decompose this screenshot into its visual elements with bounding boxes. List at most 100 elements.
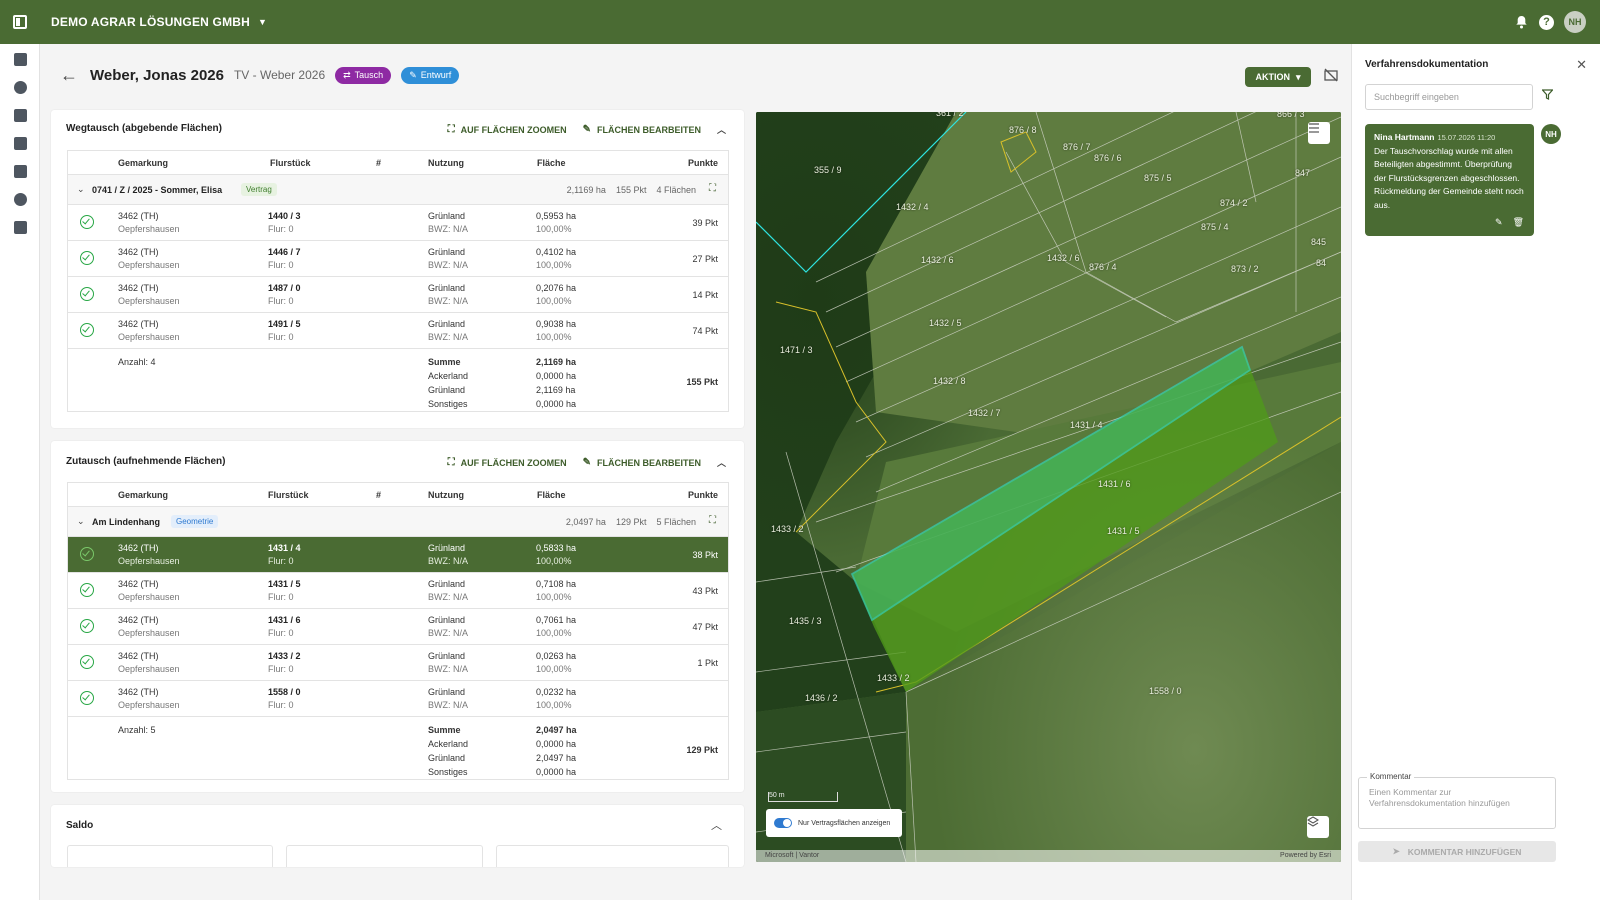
hide-map-icon[interactable] <box>1324 68 1338 82</box>
user-avatar[interactable]: NH <box>1564 11 1586 33</box>
company-name[interactable]: DEMO AGRAR LÖSUNGEN GMBH <box>51 15 250 29</box>
table-header: Gemarkung Flurstück # Nutzung Fläche Pun… <box>68 483 728 507</box>
filter-icon[interactable] <box>1541 89 1554 101</box>
map-view[interactable]: 355 / 9 1432 / 4 876 / 7 876 / 6 875 / 5 876 … <box>756 112 1341 862</box>
pencil-icon: ✎ <box>582 457 591 468</box>
table-icon[interactable] <box>0 157 40 185</box>
back-arrow-icon[interactable]: ← <box>60 65 80 86</box>
edit-icon[interactable]: ✎ <box>1495 216 1503 230</box>
add-comment-button[interactable]: ➤ KOMMENTAR HINZUFÜGEN <box>1358 841 1556 862</box>
saldo-card <box>67 845 273 867</box>
bell-icon[interactable] <box>1513 14 1529 30</box>
chevron-down-icon[interactable]: ▼ <box>258 17 267 27</box>
dashboard-icon[interactable] <box>0 45 40 73</box>
help-icon[interactable]: ? <box>1539 14 1554 30</box>
parcel-label: 876 / 6 <box>1094 153 1122 163</box>
people-icon[interactable] <box>0 185 40 213</box>
check-circle-icon <box>80 691 94 705</box>
parcel-label: 1471 / 3 <box>780 345 813 355</box>
legend-list-icon[interactable] <box>1308 122 1330 144</box>
table-row[interactable]: 3462 (TH) Oepfershausen 1487 / 0 Flur: 0 Grü… <box>68 277 728 313</box>
contract-areas-toggle[interactable]: Nur Vertragsflächen anzeigen <box>766 809 902 837</box>
comment-label: Kommentar <box>1367 772 1415 781</box>
zoom-to-areas-button[interactable]: ⛶ AUF FLÄCHEN ZOOMEN <box>448 124 567 135</box>
edit-areas-button[interactable]: ✎ FLÄCHEN BEARBEITEN <box>583 124 701 135</box>
comment-placeholder: Einen Kommentar zur Verfahrensdokumentat… <box>1369 787 1510 808</box>
map-icon[interactable] <box>0 129 40 157</box>
table-row[interactable]: 3462 (TH) Oepfershausen 1431 / 5 Flur: 0 Grü… <box>68 573 728 609</box>
toggle-switch[interactable] <box>774 818 792 828</box>
page-subtitle: TV - Weber 2026 <box>233 68 326 82</box>
comment-field[interactable]: Kommentar Einen Kommentar zur Verfahrens… <box>1358 772 1556 829</box>
parcel-label: 1436 / 2 <box>805 693 838 703</box>
expand-icon[interactable]: ⛶ <box>709 183 716 194</box>
wegtausch-title: Wegtausch (abgebende Flächen) <box>66 123 222 134</box>
parcel-label: 1431 / 6 <box>1098 479 1131 489</box>
globe-icon[interactable] <box>0 73 40 101</box>
search-input[interactable]: Suchbegriff eingeben <box>1365 84 1533 110</box>
status-badge-entwurf: ✎ Entwurf <box>401 66 460 84</box>
parcel-label: 874 / 2 <box>1220 198 1248 208</box>
expand-icon: ⛶ <box>447 457 455 468</box>
parcel-label: 1432 / 8 <box>933 376 966 386</box>
saldo-panel: Saldo ︿ <box>51 805 744 867</box>
chevron-down-icon[interactable]: ⌄ <box>77 184 85 195</box>
pencil-icon: ✎ <box>409 69 417 80</box>
pencil-icon: ✎ <box>582 124 591 135</box>
check-circle-icon <box>80 619 94 633</box>
app-logo-icon[interactable] <box>0 0 40 44</box>
status-badge-tausch: ⇄ Tausch <box>335 66 392 84</box>
table-row[interactable]: 3462 (TH) Oepfershausen 1446 / 7 Flur: 0 Grü… <box>68 241 728 277</box>
comment-avatar: NH <box>1541 124 1561 144</box>
table-row[interactable]: 3462 (TH) Oepfershausen 1431 / 4 Flur: 0 Grü… <box>68 537 728 573</box>
check-circle-icon <box>80 323 94 337</box>
parcel-label: 875 / 4 <box>1201 222 1229 232</box>
parcel-label: 1433 / 2 <box>771 524 804 534</box>
expand-icon: ⛶ <box>447 124 455 135</box>
table-row[interactable]: 3462 (TH) Oepfershausen 1440 / 3 Flur: 0 Grü… <box>68 205 728 241</box>
parcel-label: 875 / 5 <box>1144 173 1172 183</box>
saldo-title: Saldo <box>66 820 94 831</box>
map-canvas <box>756 112 1341 862</box>
side-nav <box>0 44 40 900</box>
comment-text: Der Tauschvorschlag wurde mit allen Bete… <box>1374 145 1524 210</box>
table-row[interactable]: 3462 (TH) Oepfershausen 1431 / 6 Flur: 0 Grü… <box>68 609 728 645</box>
expand-icon[interactable]: ⛶ <box>709 515 716 526</box>
group-row[interactable]: ⌄ Am Lindenhang Geometrie 2,0497 ha 129 P… <box>68 507 728 537</box>
collapse-icon[interactable]: ︿ <box>711 817 722 833</box>
collapse-icon[interactable]: ︿ <box>717 123 726 136</box>
parcel-label: 84 <box>1316 258 1327 268</box>
group-row[interactable]: ⌄ 0741 / Z / 2025 - Sommer, Elisa Vertra… <box>68 175 728 205</box>
check-circle-icon <box>80 215 94 229</box>
parcel-label: 876 / 8 <box>1009 125 1037 135</box>
zutausch-title: Zutausch (aufnehmende Flächen) <box>66 456 226 467</box>
document-icon[interactable] <box>0 101 40 129</box>
table-row[interactable]: 3462 (TH) Oepfershausen 1558 / 0 Flur: 0 Grü… <box>68 681 728 717</box>
zoom-to-areas-button[interactable]: ⛶ AUF FLÄCHEN ZOOMEN <box>448 457 567 468</box>
parcel-label: 1558 / 0 <box>1149 686 1182 696</box>
parcel-label: 1432 / 7 <box>968 408 1001 418</box>
building-icon[interactable] <box>0 213 40 241</box>
page-title: Weber, Jonas 2026 <box>90 66 224 84</box>
parcel-label: 866 / 3 <box>1277 112 1305 119</box>
aktion-button[interactable]: AKTION ▾ <box>1245 67 1311 87</box>
wegtausch-panel: Wegtausch (abgebende Flächen) ⛶ AUF FLÄCH… <box>51 110 744 428</box>
zutausch-panel: Zutausch (aufnehmende Flächen) ⛶ AUF FLÄC… <box>51 441 744 792</box>
parcel-label: 1433 / 2 <box>877 673 910 683</box>
map-attribution: Microsoft | Vantor Powered by Esri <box>756 850 1341 862</box>
collapse-icon[interactable]: ︿ <box>717 456 726 469</box>
table-row[interactable]: 3462 (TH) Oepfershausen 1433 / 2 Flur: 0 Grü… <box>68 645 728 681</box>
chevron-down-icon[interactable]: ⌄ <box>77 516 85 527</box>
comment-date: 15.07.2026 11:20 <box>1437 133 1496 142</box>
edit-areas-button[interactable]: ✎ FLÄCHEN BEARBEITEN <box>583 457 701 468</box>
delete-icon[interactable]: 🗑 <box>1513 216 1524 230</box>
zutausch-table: Gemarkung Flurstück # Nutzung Fläche Pun… <box>67 482 729 780</box>
page-header: ← Weber, Jonas 2026 TV - Weber 2026 ⇄ Tau… <box>40 44 1380 106</box>
close-icon[interactable]: ✕ <box>1576 57 1587 73</box>
comment-author: Nina Hartmann <box>1374 132 1435 142</box>
parcel-label: 361 / 2 <box>936 112 964 118</box>
table-row[interactable]: 3462 (TH) Oepfershausen 1491 / 5 Flur: 0 Grü… <box>68 313 728 349</box>
check-circle-icon <box>80 547 94 561</box>
layers-icon[interactable] <box>1307 816 1329 838</box>
map-scale: 50 m <box>768 792 838 802</box>
